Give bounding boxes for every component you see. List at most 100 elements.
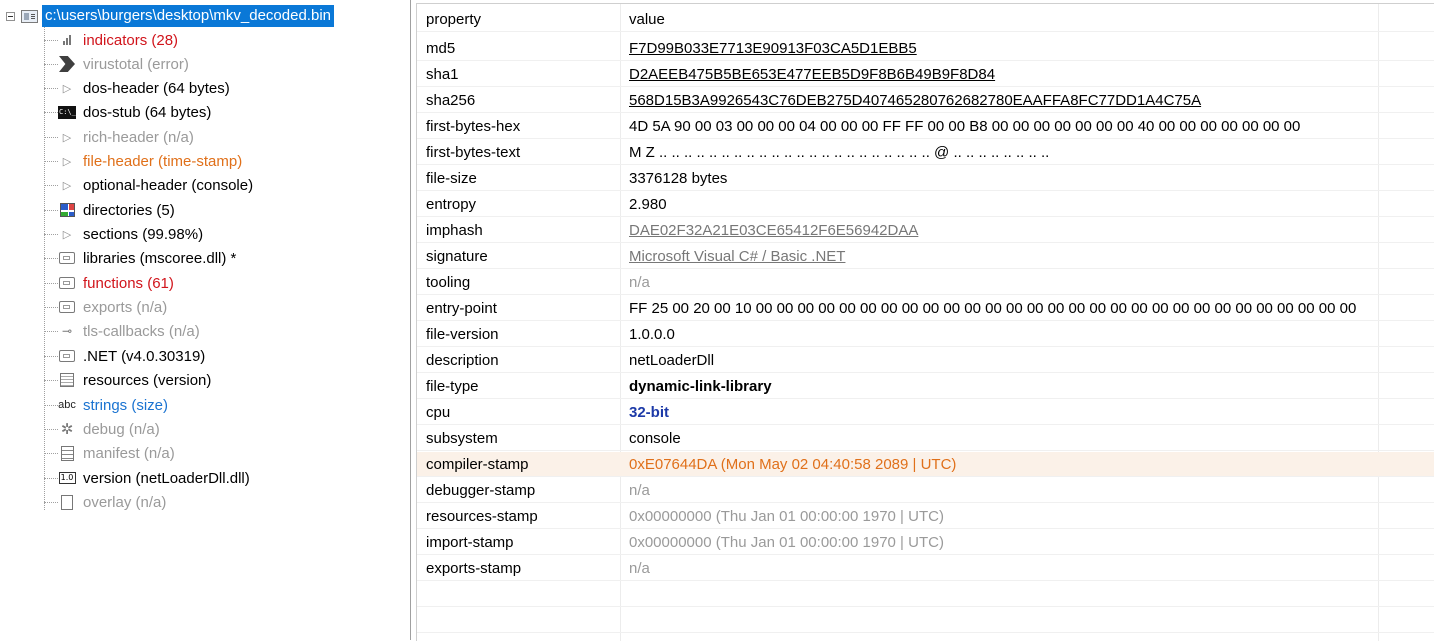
tree-root[interactable]: c:\users\burgers\desktop\mkv_decoded.bin [6, 5, 334, 27]
tree-item-label: optional-header (console) [83, 176, 254, 194]
tree-item-indicators[interactable]: indicators (28) [44, 28, 178, 52]
table-row[interactable]: signature Microsoft Visual C# / Basic .N… [417, 244, 1434, 269]
table-row[interactable]: debugger-stamp n/a [417, 478, 1434, 503]
version-icon: 1.0 [58, 470, 76, 486]
tree-item-label: resources (version) [83, 371, 212, 389]
table-row[interactable]: compiler-stamp 0xE07644DA (Mon May 02 04… [417, 452, 1434, 477]
tree-item-sections[interactable]: ▷ sections (99.98%) [44, 222, 203, 246]
table-row[interactable]: file-version 1.0.0.0 [417, 322, 1434, 347]
tree-root-label[interactable]: c:\users\burgers\desktop\mkv_decoded.bin [42, 5, 334, 27]
tree-item-tls-callbacks[interactable]: ⊸ tls-callbacks (n/a) [44, 319, 200, 343]
table-row[interactable]: file-type dynamic-link-library [417, 374, 1434, 399]
table-row[interactable]: cpu 32-bit [417, 400, 1434, 425]
table-row[interactable]: first-bytes-hex 4D 5A 90 00 03 00 00 00 … [417, 114, 1434, 139]
table-row-empty [417, 582, 1434, 607]
triangle-icon: ▷ [62, 154, 72, 168]
tree-item-overlay[interactable]: overlay (n/a) [44, 490, 166, 514]
table-row[interactable]: description netLoaderDll [417, 348, 1434, 373]
tree-item-label: functions (61) [83, 274, 174, 292]
tree-item-dotnet[interactable]: .NET (v4.0.30319) [44, 344, 205, 368]
table-header: property value [417, 7, 1434, 32]
bug-icon: ✲ [60, 420, 74, 438]
tree-item-debug[interactable]: ✲ debug (n/a) [44, 417, 160, 441]
function-icon [58, 275, 76, 291]
table-row[interactable]: subsystem console [417, 426, 1434, 451]
tree-item-label: libraries (mscoree.dll) * [83, 249, 237, 267]
column-header-value[interactable]: value [629, 7, 665, 32]
row-property: first-bytes-hex [426, 118, 521, 135]
console-icon: C:\_ [58, 104, 76, 120]
tree-item-manifest[interactable]: manifest (n/a) [44, 441, 175, 465]
row-property: file-version [426, 326, 499, 343]
tree-item-label: dos-header (64 bytes) [83, 79, 230, 97]
tree-item-version[interactable]: 1.0 version (netLoaderDll.dll) [44, 466, 250, 490]
triangle-icon: ▷ [62, 178, 72, 192]
grid-icon [58, 202, 76, 218]
tree-item-strings[interactable]: abc strings (size) [44, 393, 168, 417]
table-row[interactable]: tooling n/a [417, 270, 1434, 295]
tree-item-label: rich-header (n/a) [83, 128, 194, 146]
tree-item-label: strings (size) [83, 396, 169, 414]
table-row[interactable]: exports-stamp n/a [417, 556, 1434, 581]
row-value: n/a [629, 560, 650, 577]
table-row[interactable]: sha1 D2AEEB475B5BE653E477EEB5D9F8B6B49B9… [417, 62, 1434, 87]
row-value: netLoaderDll [629, 352, 715, 369]
tree-item-virustotal[interactable]: virustotal (error) [44, 52, 189, 76]
table-row[interactable]: sha256 568D15B3A9926543C76DEB275D4074652… [417, 88, 1434, 113]
row-value[interactable]: DAE02F32A21E03CE65412F6E56942DAA [629, 218, 918, 243]
row-value[interactable]: F7D99B033E7713E90913F03CA5D1EBB5 [629, 36, 917, 61]
abc-icon: abc [58, 399, 76, 411]
triangle-icon: ▷ [62, 130, 72, 144]
table-row[interactable]: md5 F7D99B033E7713E90913F03CA5D1EBB5 [417, 36, 1434, 61]
tree-item-label: file-header (time-stamp) [83, 152, 243, 170]
row-property: resources-stamp [426, 508, 538, 525]
tree-item-label: version (netLoaderDll.dll) [83, 469, 250, 487]
tree-item-functions[interactable]: functions (61) [44, 271, 174, 295]
row-value[interactable]: 568D15B3A9926543C76DEB275D40746528076268… [629, 88, 1201, 113]
tree-item-label: .NET (v4.0.30319) [83, 347, 206, 365]
row-property: sha256 [426, 92, 476, 109]
export-icon [58, 299, 76, 315]
tree-item-label: manifest (n/a) [83, 444, 175, 462]
resources-icon [58, 372, 76, 388]
row-value[interactable]: D2AEEB475B5BE653E477EEB5D9F8B6B49B9F8D84 [629, 62, 995, 87]
tree-pane[interactable]: c:\users\burgers\desktop\mkv_decoded.bin… [0, 0, 411, 640]
tree-item-resources[interactable]: resources (version) [44, 368, 211, 392]
row-value: 32-bit [629, 404, 670, 421]
collapse-toggle-icon[interactable] [6, 11, 15, 21]
property-table[interactable]: property value md5 F7D99B033E7713E90913F… [416, 3, 1434, 641]
tree-item-directories[interactable]: directories (5) [44, 198, 175, 222]
table-row[interactable]: entropy 2.980 [417, 192, 1434, 217]
tree-item-rich-header[interactable]: ▷ rich-header (n/a) [44, 125, 194, 149]
row-property: sha1 [426, 66, 459, 83]
row-property: entry-point [426, 300, 497, 317]
table-row[interactable]: first-bytes-text M Z .. .. .. .. .. .. .… [417, 140, 1434, 165]
row-value: n/a [629, 482, 650, 499]
tree-item-label: directories (5) [83, 201, 175, 219]
tree-item-optional-header[interactable]: ▷ optional-header (console) [44, 173, 253, 197]
row-value[interactable]: Microsoft Visual C# / Basic .NET [629, 244, 845, 269]
tree-item-label: sections (99.98%) [83, 225, 204, 243]
table-row[interactable]: file-size 3376128 bytes [417, 166, 1434, 191]
row-property: cpu [426, 404, 451, 421]
row-property: file-size [426, 170, 477, 187]
row-property: signature [426, 248, 488, 265]
row-value: dynamic-link-library [629, 378, 772, 395]
column-header-property[interactable]: property [426, 7, 481, 32]
table-row[interactable]: entry-point FF 25 00 20 00 10 00 00 00 0… [417, 296, 1434, 321]
tree-item-dos-stub[interactable]: C:\_ dos-stub (64 bytes) [44, 100, 211, 124]
table-row[interactable]: resources-stamp 0x00000000 (Thu Jan 01 0… [417, 504, 1434, 529]
row-property: md5 [426, 40, 456, 57]
tree-item-libraries[interactable]: libraries (mscoree.dll) * [44, 246, 236, 270]
table-row[interactable]: imphash DAE02F32A21E03CE65412F6E56942DAA [417, 218, 1434, 243]
tree-item-exports[interactable]: exports (n/a) [44, 295, 167, 319]
tree-item-dos-header[interactable]: ▷ dos-header (64 bytes) [44, 76, 230, 100]
tree-item-label: tls-callbacks (n/a) [83, 322, 200, 340]
dotnet-icon [58, 348, 76, 364]
row-value: 1.0.0.0 [629, 326, 675, 343]
tree-item-file-header[interactable]: ▷ file-header (time-stamp) [44, 149, 242, 173]
row-value: 4D 5A 90 00 03 00 00 00 04 00 00 00 FF F… [629, 118, 1301, 135]
row-property: description [426, 352, 499, 369]
table-row[interactable]: import-stamp 0x00000000 (Thu Jan 01 00:0… [417, 530, 1434, 555]
key-icon: ⊸ [61, 324, 73, 338]
